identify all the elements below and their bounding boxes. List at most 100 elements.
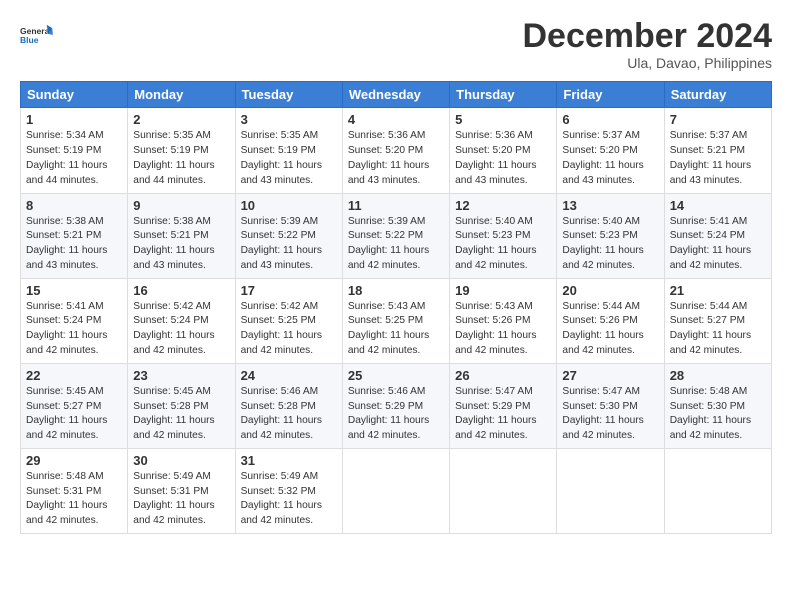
daylight-label: Daylight: 11 hours and 43 minutes. (26, 245, 107, 271)
day-info: Sunrise: 5:41 AM Sunset: 5:24 PM Dayligh… (26, 300, 122, 359)
sunrise-label: Sunrise: 5:35 AM (241, 130, 319, 141)
sunset-label: Sunset: 5:21 PM (670, 145, 745, 156)
calendar-week-row: 29 Sunrise: 5:48 AM Sunset: 5:31 PM Dayl… (21, 448, 772, 533)
calendar-day-cell: 13 Sunrise: 5:40 AM Sunset: 5:23 PM Dayl… (557, 193, 664, 278)
daylight-label: Daylight: 11 hours and 44 minutes. (26, 160, 107, 186)
calendar-day-cell: 29 Sunrise: 5:48 AM Sunset: 5:31 PM Dayl… (21, 448, 128, 533)
day-info: Sunrise: 5:40 AM Sunset: 5:23 PM Dayligh… (455, 215, 551, 274)
svg-text:Blue: Blue (20, 35, 39, 45)
calendar-day-cell: 20 Sunrise: 5:44 AM Sunset: 5:26 PM Dayl… (557, 278, 664, 363)
calendar-day-cell: 27 Sunrise: 5:47 AM Sunset: 5:30 PM Dayl… (557, 363, 664, 448)
sunrise-label: Sunrise: 5:43 AM (348, 301, 426, 312)
sunset-label: Sunset: 5:32 PM (241, 486, 316, 497)
day-number: 25 (348, 368, 444, 383)
calendar-day-cell (450, 448, 557, 533)
sunset-label: Sunset: 5:21 PM (26, 230, 101, 241)
sunset-label: Sunset: 5:31 PM (133, 486, 208, 497)
calendar-day-cell: 18 Sunrise: 5:43 AM Sunset: 5:25 PM Dayl… (342, 278, 449, 363)
day-number: 24 (241, 368, 337, 383)
day-number: 7 (670, 112, 766, 127)
calendar-day-cell: 22 Sunrise: 5:45 AM Sunset: 5:27 PM Dayl… (21, 363, 128, 448)
sunrise-label: Sunrise: 5:36 AM (455, 130, 533, 141)
calendar-week-row: 8 Sunrise: 5:38 AM Sunset: 5:21 PM Dayli… (21, 193, 772, 278)
sunrise-label: Sunrise: 5:34 AM (26, 130, 104, 141)
calendar-day-cell: 26 Sunrise: 5:47 AM Sunset: 5:29 PM Dayl… (450, 363, 557, 448)
day-number: 4 (348, 112, 444, 127)
calendar-day-cell: 15 Sunrise: 5:41 AM Sunset: 5:24 PM Dayl… (21, 278, 128, 363)
calendar-day-cell: 30 Sunrise: 5:49 AM Sunset: 5:31 PM Dayl… (128, 448, 235, 533)
day-number: 28 (670, 368, 766, 383)
sunset-label: Sunset: 5:30 PM (562, 401, 637, 412)
sunrise-label: Sunrise: 5:37 AM (562, 130, 640, 141)
day-info: Sunrise: 5:43 AM Sunset: 5:25 PM Dayligh… (348, 300, 444, 359)
daylight-label: Daylight: 11 hours and 42 minutes. (670, 245, 751, 271)
daylight-label: Daylight: 11 hours and 44 minutes. (133, 160, 214, 186)
sunset-label: Sunset: 5:26 PM (455, 315, 530, 326)
sunset-label: Sunset: 5:24 PM (133, 315, 208, 326)
sunrise-label: Sunrise: 5:39 AM (241, 216, 319, 227)
calendar-day-cell: 10 Sunrise: 5:39 AM Sunset: 5:22 PM Dayl… (235, 193, 342, 278)
daylight-label: Daylight: 11 hours and 43 minutes. (562, 160, 643, 186)
calendar-day-cell: 24 Sunrise: 5:46 AM Sunset: 5:28 PM Dayl… (235, 363, 342, 448)
calendar-week-row: 22 Sunrise: 5:45 AM Sunset: 5:27 PM Dayl… (21, 363, 772, 448)
day-info: Sunrise: 5:47 AM Sunset: 5:30 PM Dayligh… (562, 385, 658, 444)
sunrise-label: Sunrise: 5:44 AM (670, 301, 748, 312)
sunrise-label: Sunrise: 5:46 AM (241, 386, 319, 397)
daylight-label: Daylight: 11 hours and 42 minutes. (348, 415, 429, 441)
sunrise-label: Sunrise: 5:49 AM (241, 471, 319, 482)
daylight-label: Daylight: 11 hours and 42 minutes. (133, 500, 214, 526)
sunset-label: Sunset: 5:22 PM (348, 230, 423, 241)
sunset-label: Sunset: 5:20 PM (455, 145, 530, 156)
sunset-label: Sunset: 5:27 PM (26, 401, 101, 412)
daylight-label: Daylight: 11 hours and 43 minutes. (348, 160, 429, 186)
day-number: 6 (562, 112, 658, 127)
daylight-label: Daylight: 11 hours and 42 minutes. (241, 500, 322, 526)
day-number: 22 (26, 368, 122, 383)
sunrise-label: Sunrise: 5:44 AM (562, 301, 640, 312)
day-number: 8 (26, 198, 122, 213)
calendar-day-cell: 23 Sunrise: 5:45 AM Sunset: 5:28 PM Dayl… (128, 363, 235, 448)
daylight-label: Daylight: 11 hours and 43 minutes. (241, 245, 322, 271)
daylight-label: Daylight: 11 hours and 42 minutes. (670, 415, 751, 441)
day-info: Sunrise: 5:38 AM Sunset: 5:21 PM Dayligh… (133, 215, 229, 274)
day-number: 14 (670, 198, 766, 213)
calendar-day-cell (664, 448, 771, 533)
sunset-label: Sunset: 5:24 PM (670, 230, 745, 241)
calendar-week-row: 15 Sunrise: 5:41 AM Sunset: 5:24 PM Dayl… (21, 278, 772, 363)
logo-svg: General Blue (20, 18, 54, 52)
day-number: 12 (455, 198, 551, 213)
sunrise-label: Sunrise: 5:45 AM (133, 386, 211, 397)
calendar-day-cell: 14 Sunrise: 5:41 AM Sunset: 5:24 PM Dayl… (664, 193, 771, 278)
sunset-label: Sunset: 5:26 PM (562, 315, 637, 326)
calendar-day-cell: 21 Sunrise: 5:44 AM Sunset: 5:27 PM Dayl… (664, 278, 771, 363)
sunset-label: Sunset: 5:19 PM (241, 145, 316, 156)
day-info: Sunrise: 5:43 AM Sunset: 5:26 PM Dayligh… (455, 300, 551, 359)
daylight-label: Daylight: 11 hours and 42 minutes. (133, 330, 214, 356)
sunrise-label: Sunrise: 5:40 AM (562, 216, 640, 227)
daylight-label: Daylight: 11 hours and 42 minutes. (455, 330, 536, 356)
day-number: 13 (562, 198, 658, 213)
day-info: Sunrise: 5:34 AM Sunset: 5:19 PM Dayligh… (26, 129, 122, 188)
sunrise-label: Sunrise: 5:39 AM (348, 216, 426, 227)
day-number: 15 (26, 283, 122, 298)
daylight-label: Daylight: 11 hours and 42 minutes. (562, 245, 643, 271)
daylight-label: Daylight: 11 hours and 42 minutes. (241, 415, 322, 441)
day-info: Sunrise: 5:47 AM Sunset: 5:29 PM Dayligh… (455, 385, 551, 444)
day-number: 17 (241, 283, 337, 298)
daylight-label: Daylight: 11 hours and 42 minutes. (670, 330, 751, 356)
day-number: 31 (241, 453, 337, 468)
calendar-header-cell: Friday (557, 82, 664, 108)
day-info: Sunrise: 5:49 AM Sunset: 5:31 PM Dayligh… (133, 470, 229, 529)
calendar-day-cell: 31 Sunrise: 5:49 AM Sunset: 5:32 PM Dayl… (235, 448, 342, 533)
calendar-day-cell: 11 Sunrise: 5:39 AM Sunset: 5:22 PM Dayl… (342, 193, 449, 278)
day-number: 18 (348, 283, 444, 298)
day-info: Sunrise: 5:37 AM Sunset: 5:21 PM Dayligh… (670, 129, 766, 188)
day-info: Sunrise: 5:44 AM Sunset: 5:27 PM Dayligh… (670, 300, 766, 359)
calendar-day-cell: 7 Sunrise: 5:37 AM Sunset: 5:21 PM Dayli… (664, 108, 771, 193)
month-title: December 2024 (522, 18, 772, 55)
sunrise-label: Sunrise: 5:35 AM (133, 130, 211, 141)
daylight-label: Daylight: 11 hours and 42 minutes. (26, 500, 107, 526)
day-info: Sunrise: 5:36 AM Sunset: 5:20 PM Dayligh… (455, 129, 551, 188)
calendar-day-cell: 6 Sunrise: 5:37 AM Sunset: 5:20 PM Dayli… (557, 108, 664, 193)
daylight-label: Daylight: 11 hours and 43 minutes. (455, 160, 536, 186)
